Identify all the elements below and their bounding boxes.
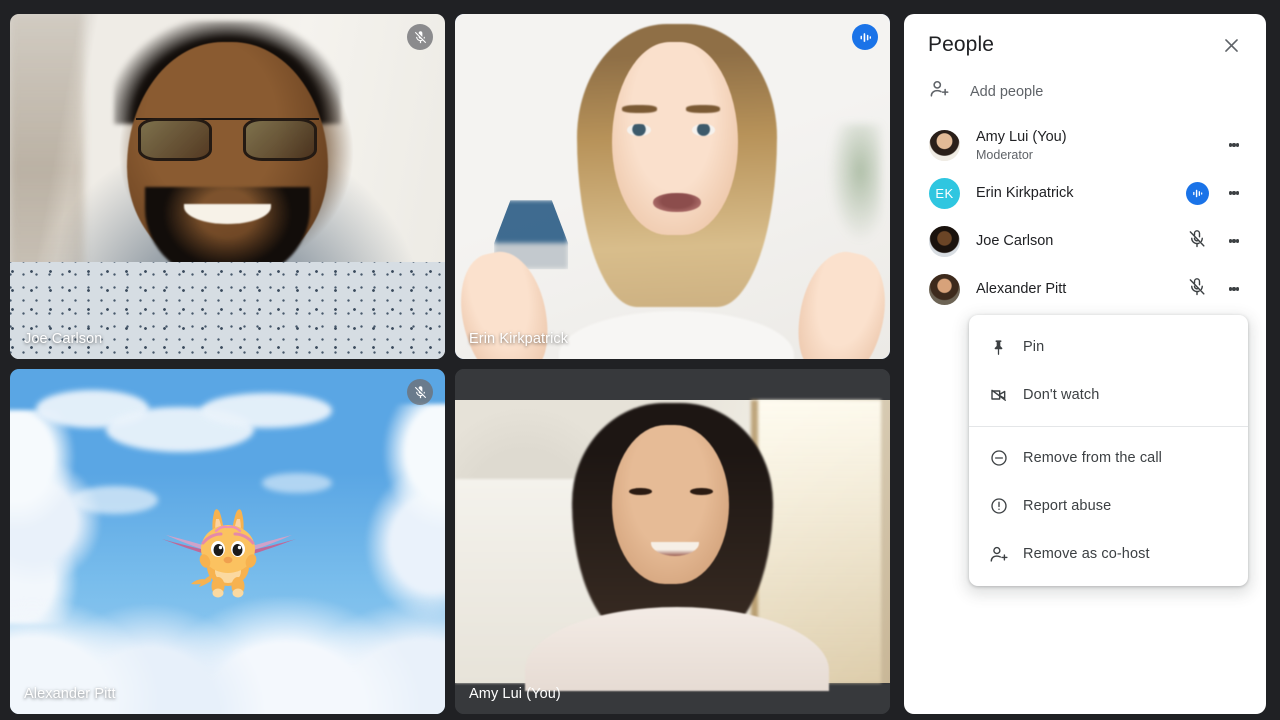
video-tile-alexander-pitt[interactable]: Alexander Pitt <box>10 369 445 714</box>
participant-context-menu: Pin Don't watch Remove from the call Rep… <box>969 315 1248 586</box>
more-vert-icon[interactable] <box>1220 286 1248 293</box>
mic-off-icon <box>407 379 433 405</box>
participants-list: Amy Lui (You) Moderator EK Erin Kirkpatr… <box>904 117 1266 313</box>
menu-divider <box>969 426 1248 427</box>
avatar-initials: EK <box>935 185 954 201</box>
meeting-screen: Joe Carlson Erin Kirkpatrick Alexander P… <box>0 0 1280 720</box>
person-add-icon <box>929 78 951 105</box>
person-add-icon <box>989 544 1023 565</box>
menu-item-remove-from-call[interactable]: Remove from the call <box>969 434 1248 482</box>
remove-circle-icon <box>989 448 1023 468</box>
participant-name: Alexander Pitt <box>976 280 1067 297</box>
videocam-off-icon <box>989 385 1023 405</box>
page-title: People <box>928 33 994 56</box>
mic-off-icon <box>1187 229 1207 254</box>
video-tile-erin-kirkpatrick[interactable]: Erin Kirkpatrick <box>455 14 890 359</box>
add-people-button[interactable]: Add people <box>904 64 1266 117</box>
menu-item-remove-as-cohost[interactable]: Remove as co-host <box>969 530 1248 578</box>
dragon-avatar-icon <box>161 509 296 598</box>
participant-row-erin-kirkpatrick[interactable]: EK Erin Kirkpatrick <box>904 169 1266 217</box>
avatar-amy <box>929 129 960 161</box>
tile-name-label: Alexander Pitt <box>24 686 116 702</box>
participant-status <box>1182 181 1212 205</box>
mic-off-icon <box>1187 277 1207 302</box>
video-feed-amy-lui <box>455 369 890 714</box>
participant-name: Amy Lui (You) <box>976 129 1067 146</box>
participant-info: Joe Carlson <box>976 232 1182 250</box>
participant-row-joe-carlson[interactable]: Joe Carlson <box>904 217 1266 265</box>
participant-name: Erin Kirkpatrick <box>976 184 1074 201</box>
menu-item-pin[interactable]: Pin <box>969 323 1248 371</box>
more-vert-icon[interactable] <box>1220 190 1248 197</box>
participant-info: Amy Lui (You) Moderator <box>976 128 1182 161</box>
menu-item-label: Pin <box>1023 339 1045 355</box>
video-tile-joe-carlson[interactable]: Joe Carlson <box>10 14 445 359</box>
participant-info: Erin Kirkpatrick <box>976 184 1182 202</box>
error-circle-icon <box>989 496 1023 516</box>
tile-name-label: Joe Carlson <box>24 331 103 347</box>
menu-item-label: Remove from the call <box>1023 450 1162 466</box>
add-people-label: Add people <box>970 83 1044 100</box>
video-feed-alexander-pitt <box>10 369 445 714</box>
menu-item-report-abuse[interactable]: Report abuse <box>969 482 1248 530</box>
avatar-alexander <box>929 273 960 305</box>
video-feed-erin-kirkpatrick <box>455 14 890 359</box>
panel-header: People <box>904 14 1266 64</box>
audio-active-icon <box>1185 181 1209 205</box>
menu-item-label: Remove as co-host <box>1023 546 1150 562</box>
tile-name-label: Erin Kirkpatrick <box>469 331 569 347</box>
participant-name: Joe Carlson <box>976 232 1054 249</box>
avatar-erin: EK <box>929 177 960 209</box>
audio-active-icon <box>852 24 878 50</box>
more-vert-icon[interactable] <box>1220 238 1248 245</box>
participant-role: Moderator <box>976 147 1033 162</box>
menu-item-dont-watch[interactable]: Don't watch <box>969 371 1248 419</box>
close-icon[interactable] <box>1218 32 1244 58</box>
mic-off-icon <box>407 24 433 50</box>
menu-item-label: Don't watch <box>1023 387 1100 403</box>
avatar-joe <box>929 225 960 257</box>
pin-icon <box>989 338 1023 357</box>
video-tile-amy-lui[interactable]: Amy Lui (You) <box>455 369 890 714</box>
video-feed-joe-carlson <box>10 14 445 359</box>
menu-item-label: Report abuse <box>1023 498 1112 514</box>
participant-status <box>1182 229 1212 254</box>
participant-row-alexander-pitt[interactable]: Alexander Pitt <box>904 265 1266 313</box>
participant-status <box>1182 277 1212 302</box>
tile-name-label: Amy Lui (You) <box>469 686 561 702</box>
participant-row-amy-lui[interactable]: Amy Lui (You) Moderator <box>904 121 1266 169</box>
more-vert-icon[interactable] <box>1220 142 1248 149</box>
participant-info: Alexander Pitt <box>976 280 1182 298</box>
video-grid: Joe Carlson Erin Kirkpatrick Alexander P… <box>10 14 890 714</box>
